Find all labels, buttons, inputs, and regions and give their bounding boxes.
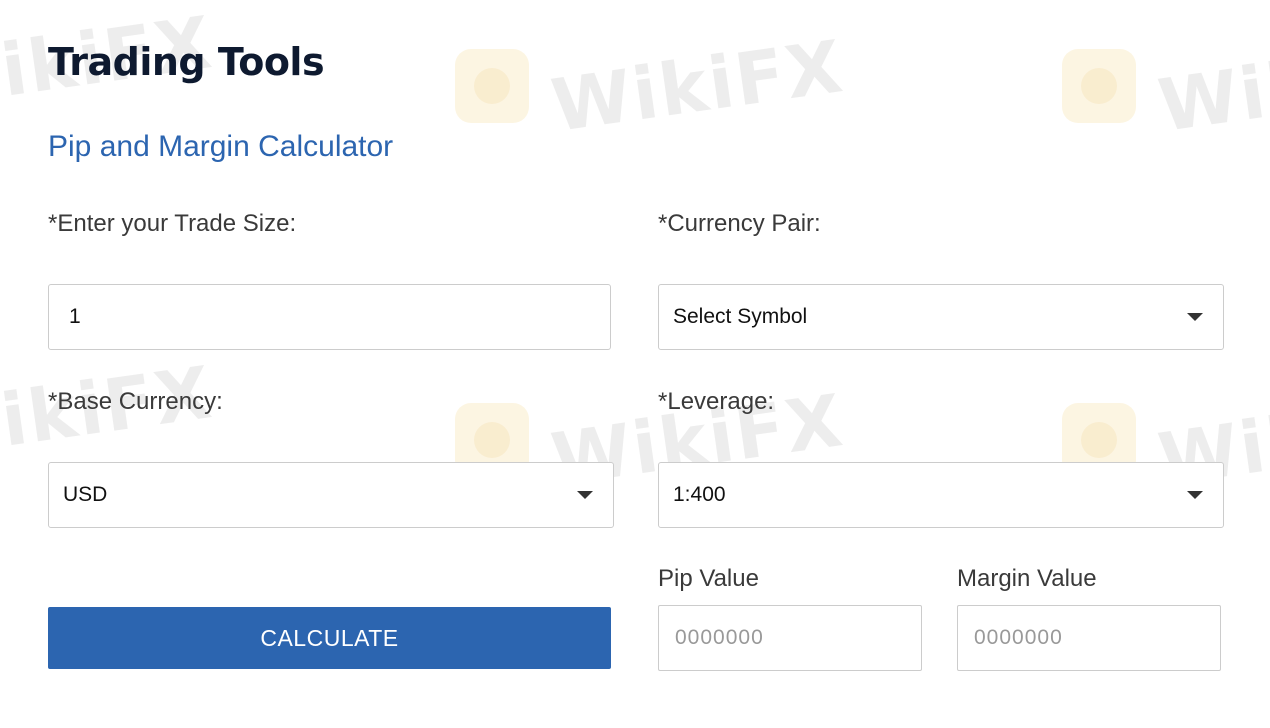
margin-value-label: Margin Value xyxy=(957,565,1097,592)
watermark-text: WikiFX xyxy=(1153,23,1270,149)
watermark: WikiFX xyxy=(1062,24,1270,148)
chevron-down-icon xyxy=(1187,491,1203,499)
trade-size-input[interactable] xyxy=(63,305,590,329)
pip-value-output: 0000000 xyxy=(658,605,922,671)
calculate-button[interactable]: CALCULATE xyxy=(48,607,611,669)
leverage-select[interactable]: 1:400 xyxy=(658,462,1224,528)
watermark-logo-icon xyxy=(455,49,529,123)
leverage-value: 1:400 xyxy=(673,483,726,506)
base-currency-select[interactable]: USD xyxy=(48,462,614,528)
currency-pair-value: Select Symbol xyxy=(673,305,808,328)
pip-value-label: Pip Value xyxy=(658,565,759,592)
watermark: WikiFX xyxy=(455,24,849,148)
base-currency-label: *Base Currency: xyxy=(48,388,223,415)
watermark-text: WikiFX xyxy=(546,23,849,149)
page-title: Trading Tools xyxy=(48,40,325,84)
chevron-down-icon xyxy=(1187,313,1203,321)
leverage-label: *Leverage: xyxy=(658,388,775,415)
base-currency-value: USD xyxy=(63,483,108,506)
currency-pair-select[interactable]: Select Symbol xyxy=(658,284,1224,350)
currency-pair-label: *Currency Pair: xyxy=(658,210,821,237)
trade-size-label: *Enter your Trade Size: xyxy=(48,210,297,237)
margin-value-output: 0000000 xyxy=(957,605,1221,671)
calculator-title: Pip and Margin Calculator xyxy=(48,130,394,163)
watermark-logo-icon xyxy=(1062,49,1136,123)
trade-size-field xyxy=(48,284,611,350)
chevron-down-icon xyxy=(577,491,593,499)
